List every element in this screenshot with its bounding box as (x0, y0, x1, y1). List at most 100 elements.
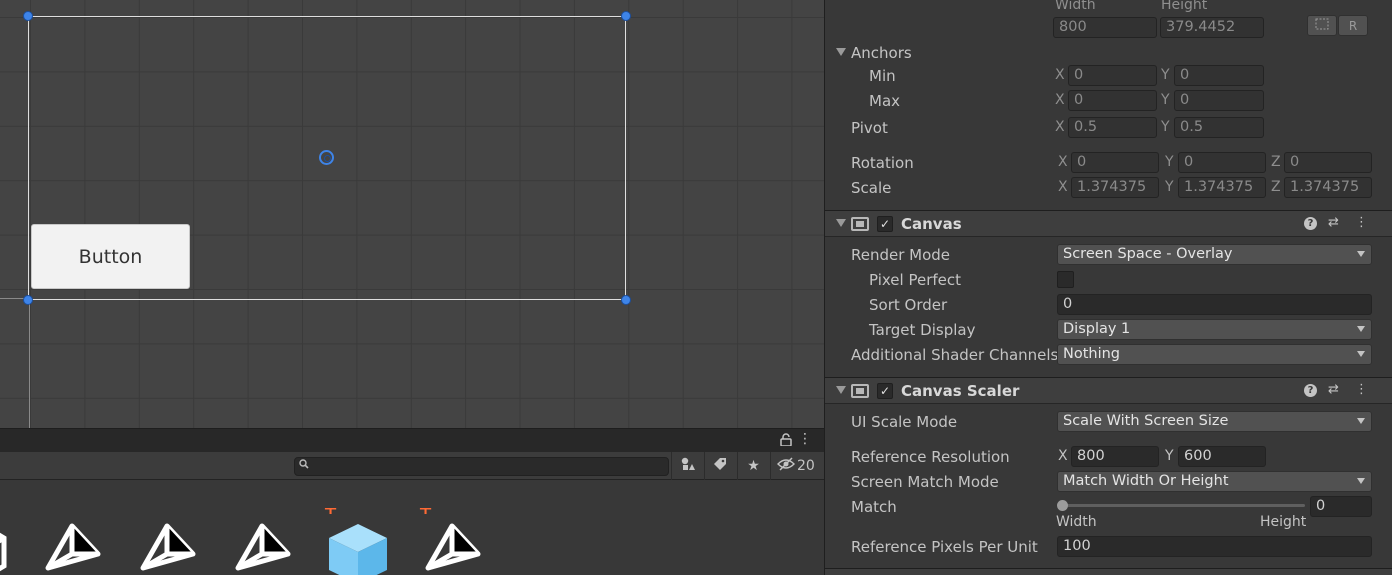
asset-item[interactable] (420, 520, 484, 575)
match-value-field[interactable]: 0 (1310, 496, 1372, 517)
lock-icon[interactable] (780, 433, 792, 449)
new-asset-plus-icon: + (323, 508, 339, 519)
scale-y-field[interactable]: 1.374375 (1178, 177, 1266, 198)
pivot-y-field[interactable]: 0.5 (1174, 117, 1264, 138)
axis-x-label: X (1055, 92, 1065, 108)
ui-button-label: Button (78, 245, 143, 268)
axis-y-label: Y (1161, 119, 1170, 135)
anchor-max-row: Max X 0 Y 0 (825, 89, 1392, 113)
match-height-label: Height (1260, 514, 1307, 530)
axis-y-label: Y (1165, 179, 1174, 195)
canvas-scaler-enabled-checkbox[interactable]: ✓ (877, 383, 893, 399)
blueprint-mode-button[interactable] (1307, 15, 1337, 36)
unity-logo-icon (235, 523, 291, 571)
filter-by-type-button[interactable] (671, 452, 703, 480)
scene-view[interactable]: Button (0, 0, 824, 428)
project-toolbar: ★ 20 (0, 452, 824, 480)
favorite-filter-button[interactable]: ★ (737, 452, 769, 480)
canvas-enabled-checkbox[interactable]: ✓ (877, 216, 893, 232)
axis-x-label: X (1055, 119, 1065, 135)
asset-item[interactable] (230, 520, 294, 575)
help-icon[interactable]: ? (1304, 384, 1317, 397)
screen-match-mode-row: Screen Match Mode Match Width Or Height (825, 470, 1392, 494)
asset-item[interactable] (325, 520, 389, 575)
presets-icon[interactable]: ⇄ (1328, 382, 1339, 397)
filter-by-label-button[interactable] (704, 452, 736, 480)
target-display-row: Target Display Display 1 (825, 318, 1392, 342)
rotation-z-field[interactable]: 0 (1284, 152, 1372, 173)
canvas-scaler-component-icon (851, 384, 869, 398)
shader-channels-row: Additional Shader Channels Nothing (825, 343, 1392, 367)
pivot-handle[interactable] (319, 150, 334, 165)
reference-resolution-x-field[interactable]: 800 (1071, 446, 1159, 467)
target-display-value: Display 1 (1063, 321, 1131, 337)
foldout-triangle-icon (836, 219, 846, 227)
search-input[interactable] (294, 457, 669, 476)
favorite-star-icon: ★ (747, 458, 760, 474)
anchor-min-x-field[interactable]: 0 (1068, 65, 1157, 86)
anchor-max-x-field[interactable]: 0 (1068, 90, 1157, 111)
ui-button[interactable]: Button (31, 224, 190, 289)
anchor-max-y-field[interactable]: 0 (1174, 90, 1264, 111)
next-component-header (825, 568, 1392, 575)
rotation-x-field[interactable]: 0 (1071, 152, 1159, 173)
pivot-label: Pivot (851, 119, 888, 137)
axis-x-label: X (1058, 154, 1068, 170)
pixel-perfect-row: Pixel Perfect (825, 268, 1392, 292)
raw-edit-mode-button[interactable]: R (1338, 15, 1368, 36)
rect-handle-top-left[interactable] (23, 11, 33, 21)
rect-handle-bottom-left[interactable] (23, 295, 33, 305)
target-display-label: Target Display (869, 321, 976, 339)
asset-item[interactable] (40, 520, 104, 575)
height-field[interactable]: 379.4452 (1160, 17, 1264, 38)
rect-handle-bottom-right[interactable] (621, 295, 631, 305)
shader-channels-dropdown[interactable]: Nothing (1057, 344, 1372, 365)
kebab-menu-icon[interactable]: ⋮ (1355, 382, 1368, 397)
ui-scale-mode-dropdown[interactable]: Scale With Screen Size (1057, 411, 1372, 432)
pivot-x-field[interactable]: 0.5 (1068, 117, 1157, 138)
width-field[interactable]: 800 (1053, 17, 1157, 38)
canvas-scaler-component-header[interactable]: ✓ Canvas Scaler ? ⇄ ⋮ (825, 377, 1392, 404)
pixel-perfect-checkbox[interactable] (1057, 271, 1074, 288)
render-mode-label: Render Mode (851, 246, 951, 264)
target-display-dropdown[interactable]: Display 1 (1057, 319, 1372, 340)
axis-y-label: Y (1165, 448, 1174, 464)
anchor-guide-line-vertical (29, 300, 30, 428)
project-panel: ⋮ ★ 20 + + (0, 428, 824, 575)
axis-x-label: X (1055, 67, 1065, 83)
sort-order-row: Sort Order 0 (825, 293, 1392, 317)
max-label: Max (869, 92, 901, 110)
asset-item[interactable] (0, 520, 12, 575)
canvas-component-header[interactable]: ✓ Canvas ? ⇄ ⋮ (825, 210, 1392, 237)
reference-resolution-y-field[interactable]: 600 (1178, 446, 1266, 467)
help-icon[interactable]: ? (1304, 217, 1317, 230)
asset-item[interactable] (135, 520, 199, 575)
reference-resolution-row: Reference Resolution X 800 Y 600 (825, 445, 1392, 469)
unity-logo-icon (425, 523, 481, 571)
scale-z-field[interactable]: 1.374375 (1284, 177, 1372, 198)
sort-order-field[interactable]: 0 (1057, 294, 1372, 315)
shader-channels-value: Nothing (1063, 346, 1121, 362)
screen-match-mode-dropdown[interactable]: Match Width Or Height (1057, 471, 1372, 492)
anchor-min-y-field[interactable]: 0 (1174, 65, 1264, 86)
kebab-menu-icon[interactable]: ⋮ (798, 431, 812, 447)
match-slider-track[interactable] (1059, 504, 1305, 507)
anchors-foldout[interactable]: Anchors (825, 41, 1392, 65)
kebab-menu-icon[interactable]: ⋮ (1355, 215, 1368, 230)
presets-icon[interactable]: ⇄ (1328, 215, 1339, 230)
scale-x-field[interactable]: 1.374375 (1071, 177, 1159, 198)
anchor-min-row: Min X 0 Y 0 (825, 64, 1392, 88)
hidden-packages-toggle[interactable]: 20 (770, 452, 824, 480)
match-slider-thumb[interactable] (1057, 500, 1068, 511)
ui-scale-mode-label: UI Scale Mode (851, 413, 958, 431)
render-mode-dropdown[interactable]: Screen Space - Overlay (1057, 244, 1372, 265)
search-icon (299, 459, 309, 472)
ui-scale-mode-row: UI Scale Mode Scale With Screen Size (825, 410, 1392, 434)
shader-channels-label: Additional Shader Channels (851, 346, 1059, 364)
foldout-triangle-icon (836, 386, 846, 394)
pixel-perfect-label: Pixel Perfect (869, 271, 962, 289)
rotation-y-field[interactable]: 0 (1178, 152, 1266, 173)
reference-ppu-field[interactable]: 100 (1057, 536, 1372, 557)
rect-handle-top-right[interactable] (621, 11, 631, 21)
rotation-label: Rotation (851, 154, 914, 172)
